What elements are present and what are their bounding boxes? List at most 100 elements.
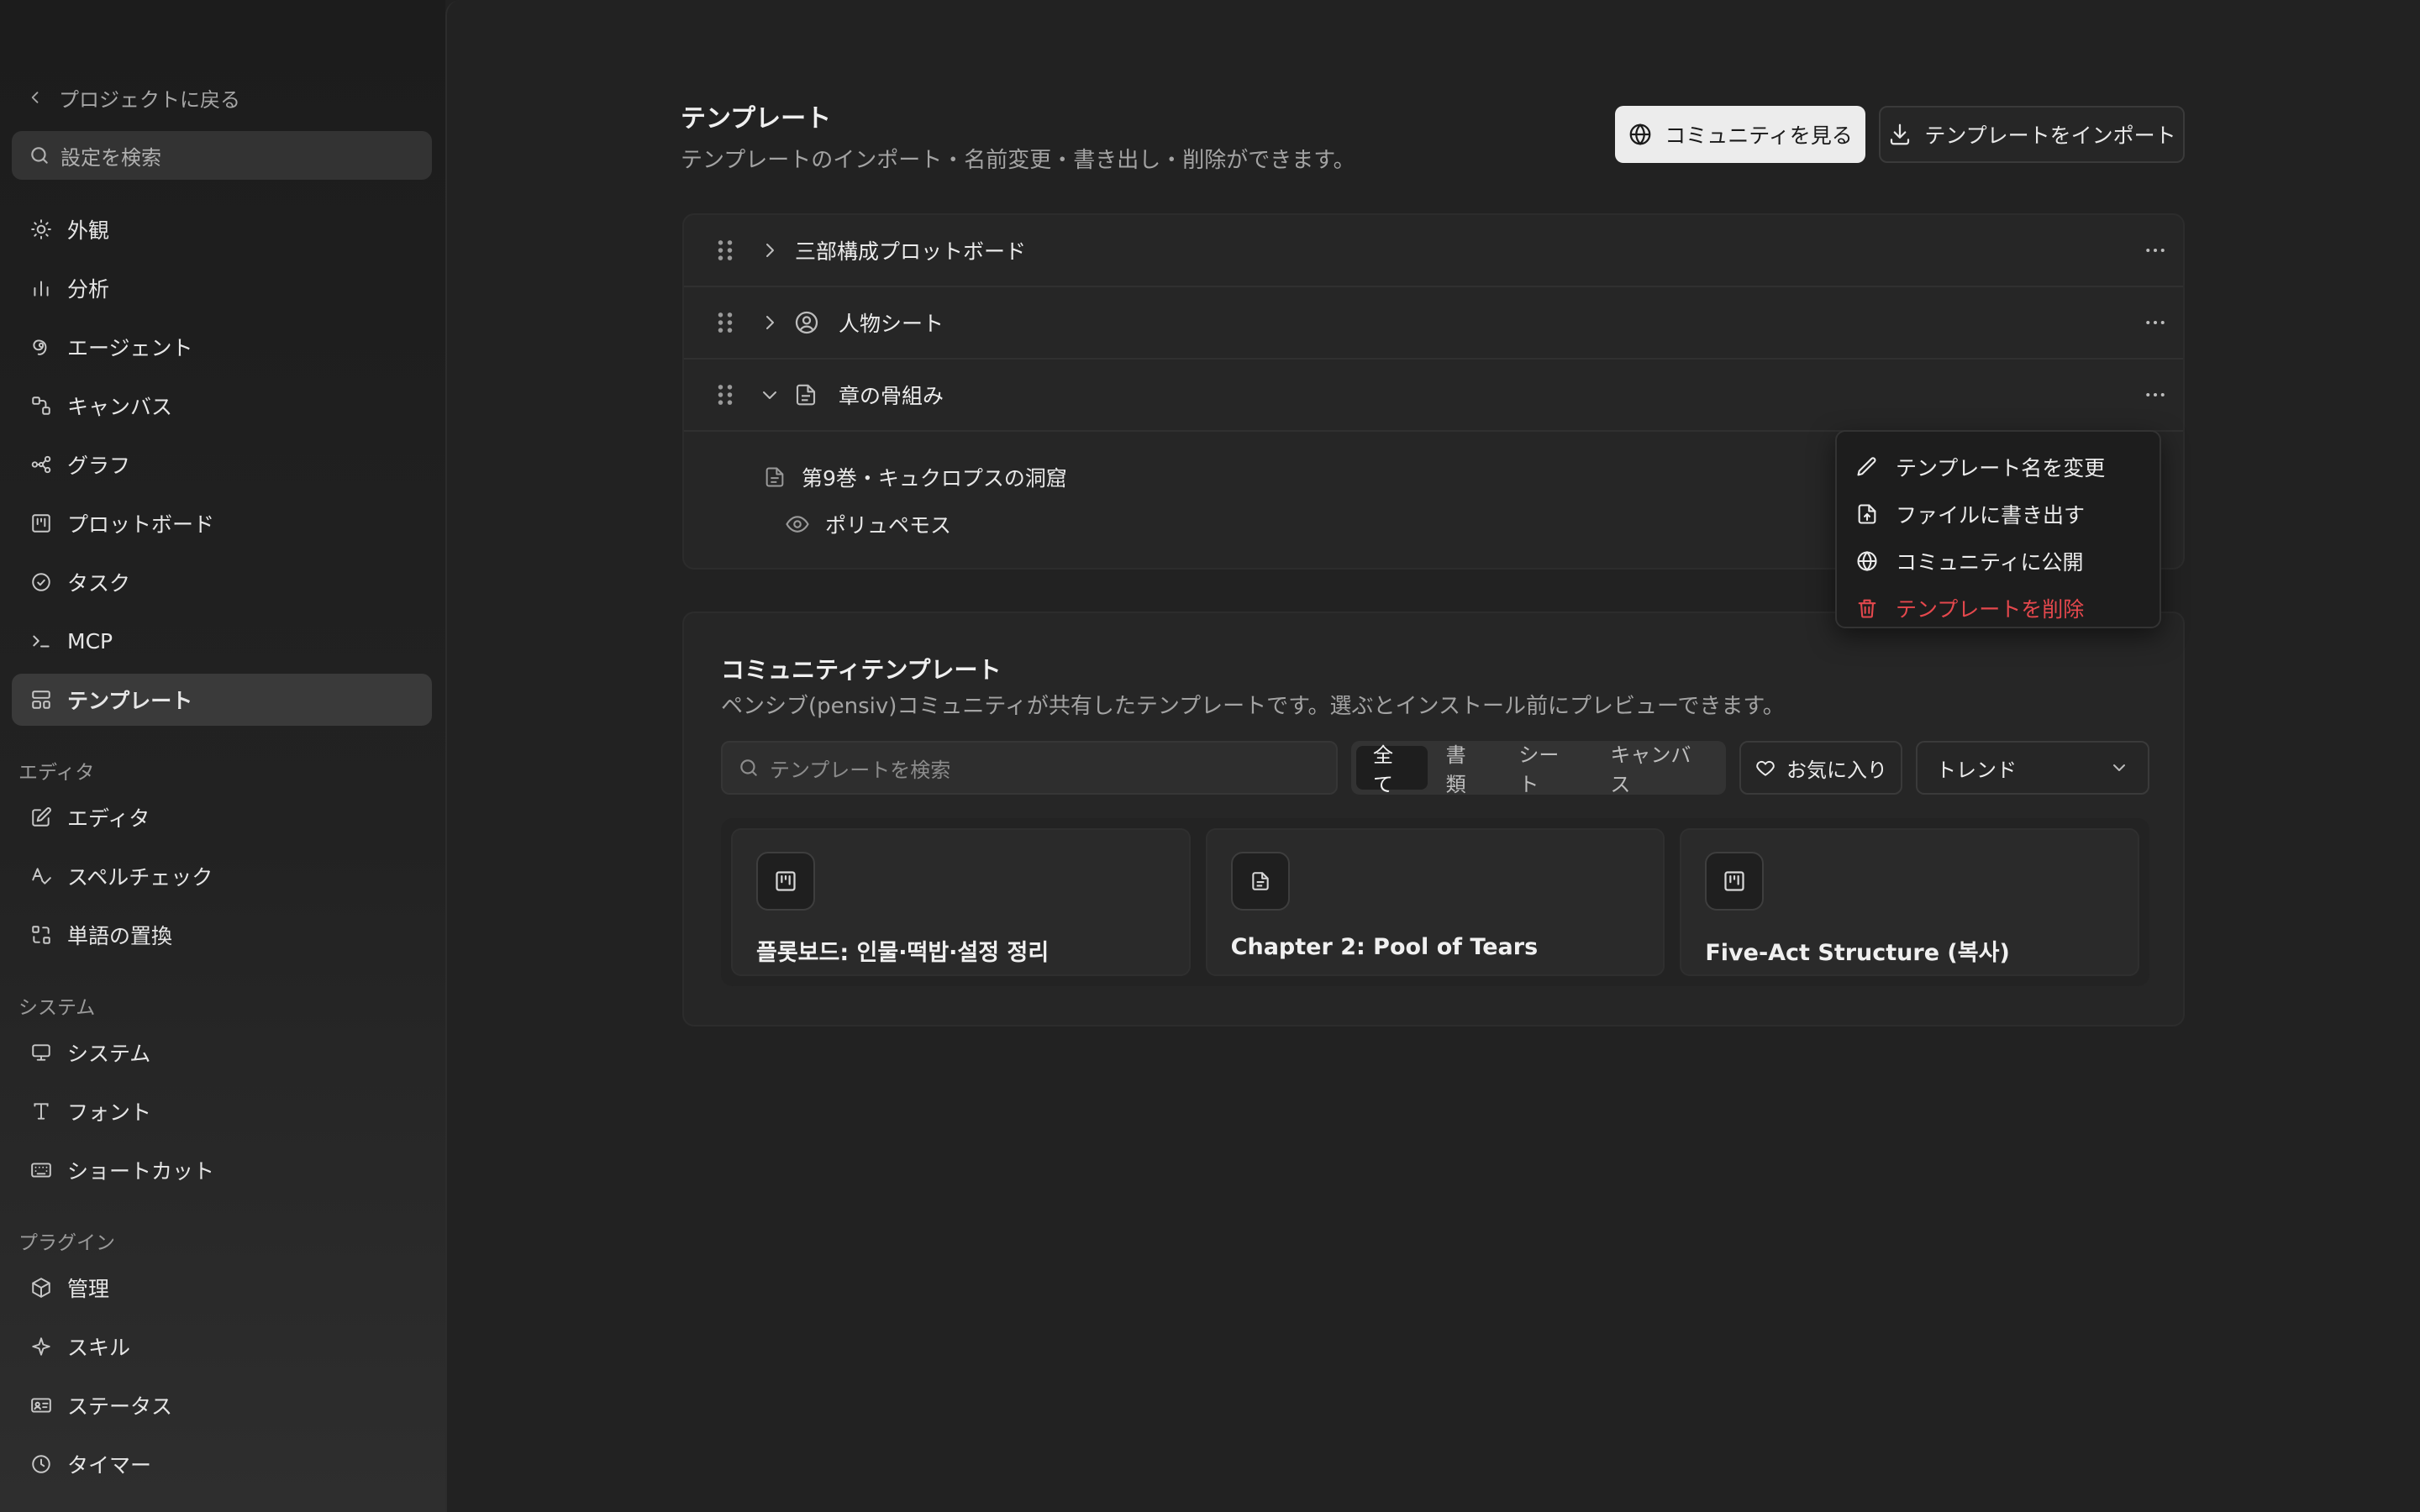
sidebar-item-label: キャンバス [67,395,173,419]
filter-sheets[interactable]: シート [1502,743,1591,796]
sidebar-item-canvas[interactable]: キャンバス [12,380,432,432]
check-circle-icon [29,570,54,595]
sidebar-item-graph[interactable]: グラフ [12,438,432,491]
drag-handle-icon[interactable] [716,310,734,335]
chevron-right-icon[interactable] [760,312,780,333]
sidebar-item-label: エージェント [67,336,193,360]
community-template-card[interactable]: 플롯보드: 인물·떡밥·설정 정리 [731,828,1191,976]
kanban-icon [29,511,54,536]
sidebar-item-manage[interactable]: 管理 [12,1262,432,1314]
download-icon [1887,122,1912,147]
sidebar-section-system: システム [18,997,96,1019]
clock-icon [29,1452,54,1477]
back-to-project-link[interactable]: プロジェクトに戻る [27,82,240,113]
template-search-input[interactable]: テンプレートを検索 [721,741,1338,795]
community-subtitle: ペンシブ(pensiv)コミュニティが共有したテンプレートです。選ぶとインストー… [721,694,1785,719]
sidebar-item-shortcuts[interactable]: ショートカット [12,1144,432,1196]
more-options-icon[interactable] [2143,382,2168,407]
category-filter: 全て 書類 シート キャンバス [1351,741,1726,796]
menu-export-file[interactable]: ファイルに書き出す [1837,491,2160,538]
filter-documents[interactable]: 書類 [1429,743,1501,796]
view-community-label: コミュニティを見る [1665,123,1853,148]
sidebar-item-system[interactable]: システム [12,1026,432,1079]
package-icon [29,1275,54,1300]
sidebar-item-appearance[interactable]: 外観 [12,203,432,255]
filter-all[interactable]: 全て [1356,743,1428,796]
template-context-menu: テンプレート名を変更 ファイルに書き出す コミュニティに公開 テンプレートを削除 [1835,430,2161,628]
bar-chart-icon [29,276,54,301]
template-row[interactable]: 章の骨組み [684,360,2183,432]
filter-canvas[interactable]: キャンバス [1593,743,1721,796]
sidebar-item-mcp[interactable]: MCP [12,615,432,667]
sidebar-item-tasks[interactable]: タスク [12,556,432,608]
menu-rename-template[interactable]: テンプレート名を変更 [1837,444,2160,491]
sidebar-item-label: 外観 [67,218,110,243]
drag-handle-icon[interactable] [716,382,734,407]
sidebar-item-label: プロットボード [67,512,215,537]
sidebar-item-label: 単語の置換 [67,924,173,948]
card-title: Chapter 2: Pool of Tears [1230,934,1539,960]
favorites-button[interactable]: お気に入り [1739,741,1902,795]
page-title: テンプレート [681,104,832,134]
drag-handle-icon[interactable] [716,238,734,263]
sidebar-item-templates[interactable]: テンプレート [12,674,432,726]
sidebar-item-word-replace[interactable]: 単語の置換 [12,909,432,961]
community-template-cards: 플롯보드: 인물·떡밥·설정 정리 Chapter 2: Pool of Tea… [721,818,2149,986]
child-document-name: 第9巻・キュクロプスの洞窟 [802,466,1067,491]
more-options-icon[interactable] [2143,310,2168,335]
community-title: コミュニティテンプレート [721,656,1002,684]
globe-icon [1628,122,1653,147]
globe-icon [1855,549,1879,573]
more-options-icon[interactable] [2143,238,2168,263]
sort-select[interactable]: トレンド [1916,741,2149,795]
sidebar-item-editor[interactable]: エディタ [12,791,432,843]
community-template-card[interactable]: Five-Act Structure (복사) [1680,828,2140,976]
sidebar-item-plotboard[interactable]: プロットボード [12,497,432,549]
sidebar-item-label: フォント [67,1100,152,1125]
search-icon [738,757,760,779]
favorites-label: お気に入り [1786,758,1887,782]
view-community-button[interactable]: コミュニティを見る [1615,106,1865,163]
sidebar-item-timer[interactable]: タイマー [12,1438,432,1490]
kanban-icon [756,852,815,911]
id-card-icon [29,1393,54,1418]
layout-icon [29,687,54,712]
user-circle-icon [793,309,820,336]
menu-publish-community[interactable]: コミュニティに公開 [1837,538,2160,585]
menu-delete-template[interactable]: テンプレートを削除 [1837,585,2160,632]
sidebar-item-skills[interactable]: スキル [12,1320,432,1373]
chevron-right-icon[interactable] [760,240,780,260]
sidebar-item-agent[interactable]: エージェント [12,321,432,373]
chevron-down-icon [2109,758,2129,778]
page-subtitle: テンプレートのインポート・名前変更・書き出し・削除ができます。 [681,148,1355,173]
template-name: 三部構成プロットボード [795,239,1027,264]
settings-search-input[interactable]: 設定を検索 [12,131,432,180]
community-template-card[interactable]: Chapter 2: Pool of Tears [1205,828,1665,976]
sidebar-item-label: エディタ [67,806,150,831]
sidebar-item-spellcheck[interactable]: スペルチェック [12,850,432,902]
sparkle-icon [29,1334,54,1359]
template-child-character[interactable]: ポリュペモス [785,509,951,539]
eye-icon [785,512,810,537]
menu-rename-label: テンプレート名を変更 [1896,456,2106,480]
sidebar-item-analytics[interactable]: 分析 [12,262,432,314]
terminal-icon [29,628,54,654]
template-row[interactable]: 三部構成プロットボード [684,215,2183,287]
graph-icon [29,452,54,477]
monitor-icon [29,1040,54,1065]
template-row[interactable]: 人物シート [684,287,2183,360]
import-template-button[interactable]: テンプレートをインポート [1879,106,2185,163]
file-export-icon [1855,502,1879,526]
sidebar-item-fonts[interactable]: フォント [12,1085,432,1137]
chevron-down-icon[interactable] [760,385,780,405]
sidebar-item-status[interactable]: ステータス [12,1379,432,1431]
sidebar-item-label: テンプレート [67,689,193,713]
sidebar-section-editor: エディタ [18,762,95,784]
pencil-icon [1855,455,1879,479]
search-icon [29,144,50,166]
menu-delete-label: テンプレートを削除 [1896,597,2085,622]
edit-icon [29,805,54,830]
trash-icon [1855,596,1879,620]
menu-publish-label: コミュニティに公開 [1896,550,2084,575]
template-child-document[interactable]: 第9巻・キュクロプスの洞窟 [763,462,1067,492]
